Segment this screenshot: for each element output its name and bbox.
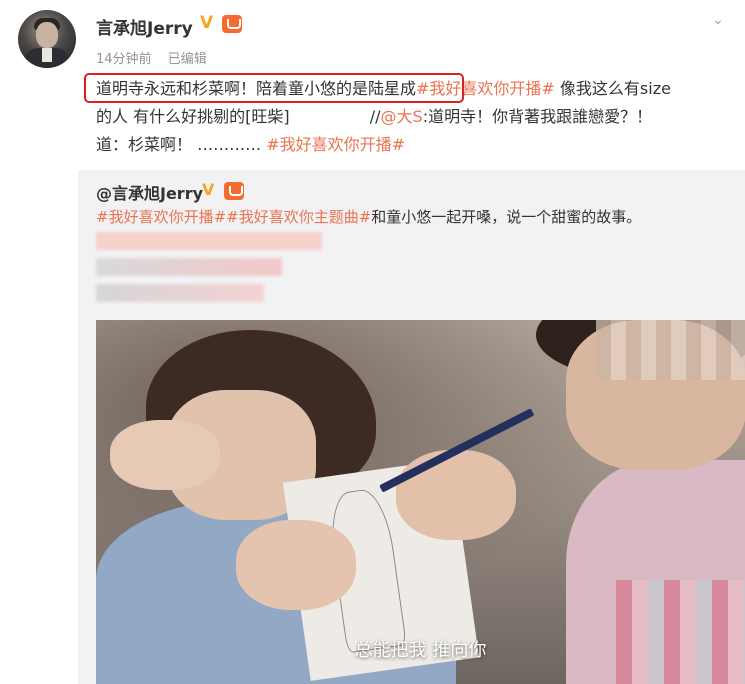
post-header: 言承旭Jerry V 14分钟前 已编辑 ⌄: [0, 0, 745, 70]
blurred-content: [96, 258, 282, 276]
video-player[interactable]: 总能把我 推向你: [96, 320, 745, 684]
chevron-down-icon[interactable]: ⌄: [708, 10, 728, 30]
reposted-content: @言承旭Jerry V #我好喜欢你开播##我好喜欢你主题曲#和童小悠一起开嗓，…: [78, 170, 745, 684]
post-text-segment: 道：杉菜啊！ …………: [96, 135, 262, 154]
video-subtitle: 总能把我 推向你: [354, 640, 487, 661]
post-text-segment: 的人 有什么好挑剔的[旺柴]: [96, 107, 290, 126]
repost-text: #我好喜欢你开播##我好喜欢你主题曲#和童小悠一起开嗓，说一个甜蜜的故事。: [96, 206, 641, 228]
post-meta: 14分钟前 已编辑: [96, 48, 219, 67]
member-badge-icon[interactable]: [222, 15, 242, 33]
topic-link[interactable]: #我好喜欢你开播#: [96, 208, 226, 226]
verified-v-icon: V: [202, 180, 215, 199]
mosaic-blur: [596, 320, 745, 380]
mosaic-blur: [616, 580, 745, 684]
topic-link[interactable]: #我好喜欢你开播#: [266, 135, 405, 154]
edited-label[interactable]: 已编辑: [168, 52, 207, 67]
username[interactable]: 言承旭Jerry: [96, 14, 193, 39]
post-line-3: 道：杉菜啊！ ………… #我好喜欢你开播#: [96, 132, 405, 158]
topic-link[interactable]: #我好喜欢你主题曲#: [226, 208, 371, 226]
post-text-segment: 像我这么有size: [554, 79, 671, 98]
avatar[interactable]: [18, 10, 76, 68]
highlight-box: [84, 73, 464, 103]
blurred-content: [96, 284, 264, 302]
mention-link[interactable]: @大S: [381, 107, 423, 126]
post-time[interactable]: 14分钟前: [96, 52, 152, 67]
repost-separator: //: [369, 107, 381, 126]
blurred-content: [96, 232, 322, 250]
member-badge-icon[interactable]: [224, 182, 244, 200]
post-line-1: 道明寺永远和杉菜啊！陪着童小悠的是陆星成#我好喜欢你开播# 像我这么有size: [84, 73, 671, 103]
verified-v-icon: V: [200, 13, 214, 33]
post-text-segment: :道明寺！你背著我跟誰戀愛？！: [422, 107, 653, 126]
repost-text-segment: 和童小悠一起开嗓，说一个甜蜜的故事。: [371, 208, 642, 226]
repost-username[interactable]: @言承旭Jerry: [96, 180, 203, 204]
post-line-2: 的人 有什么好挑剔的[旺柴] //@大S:道明寺！你背著我跟誰戀愛？！: [96, 104, 652, 130]
